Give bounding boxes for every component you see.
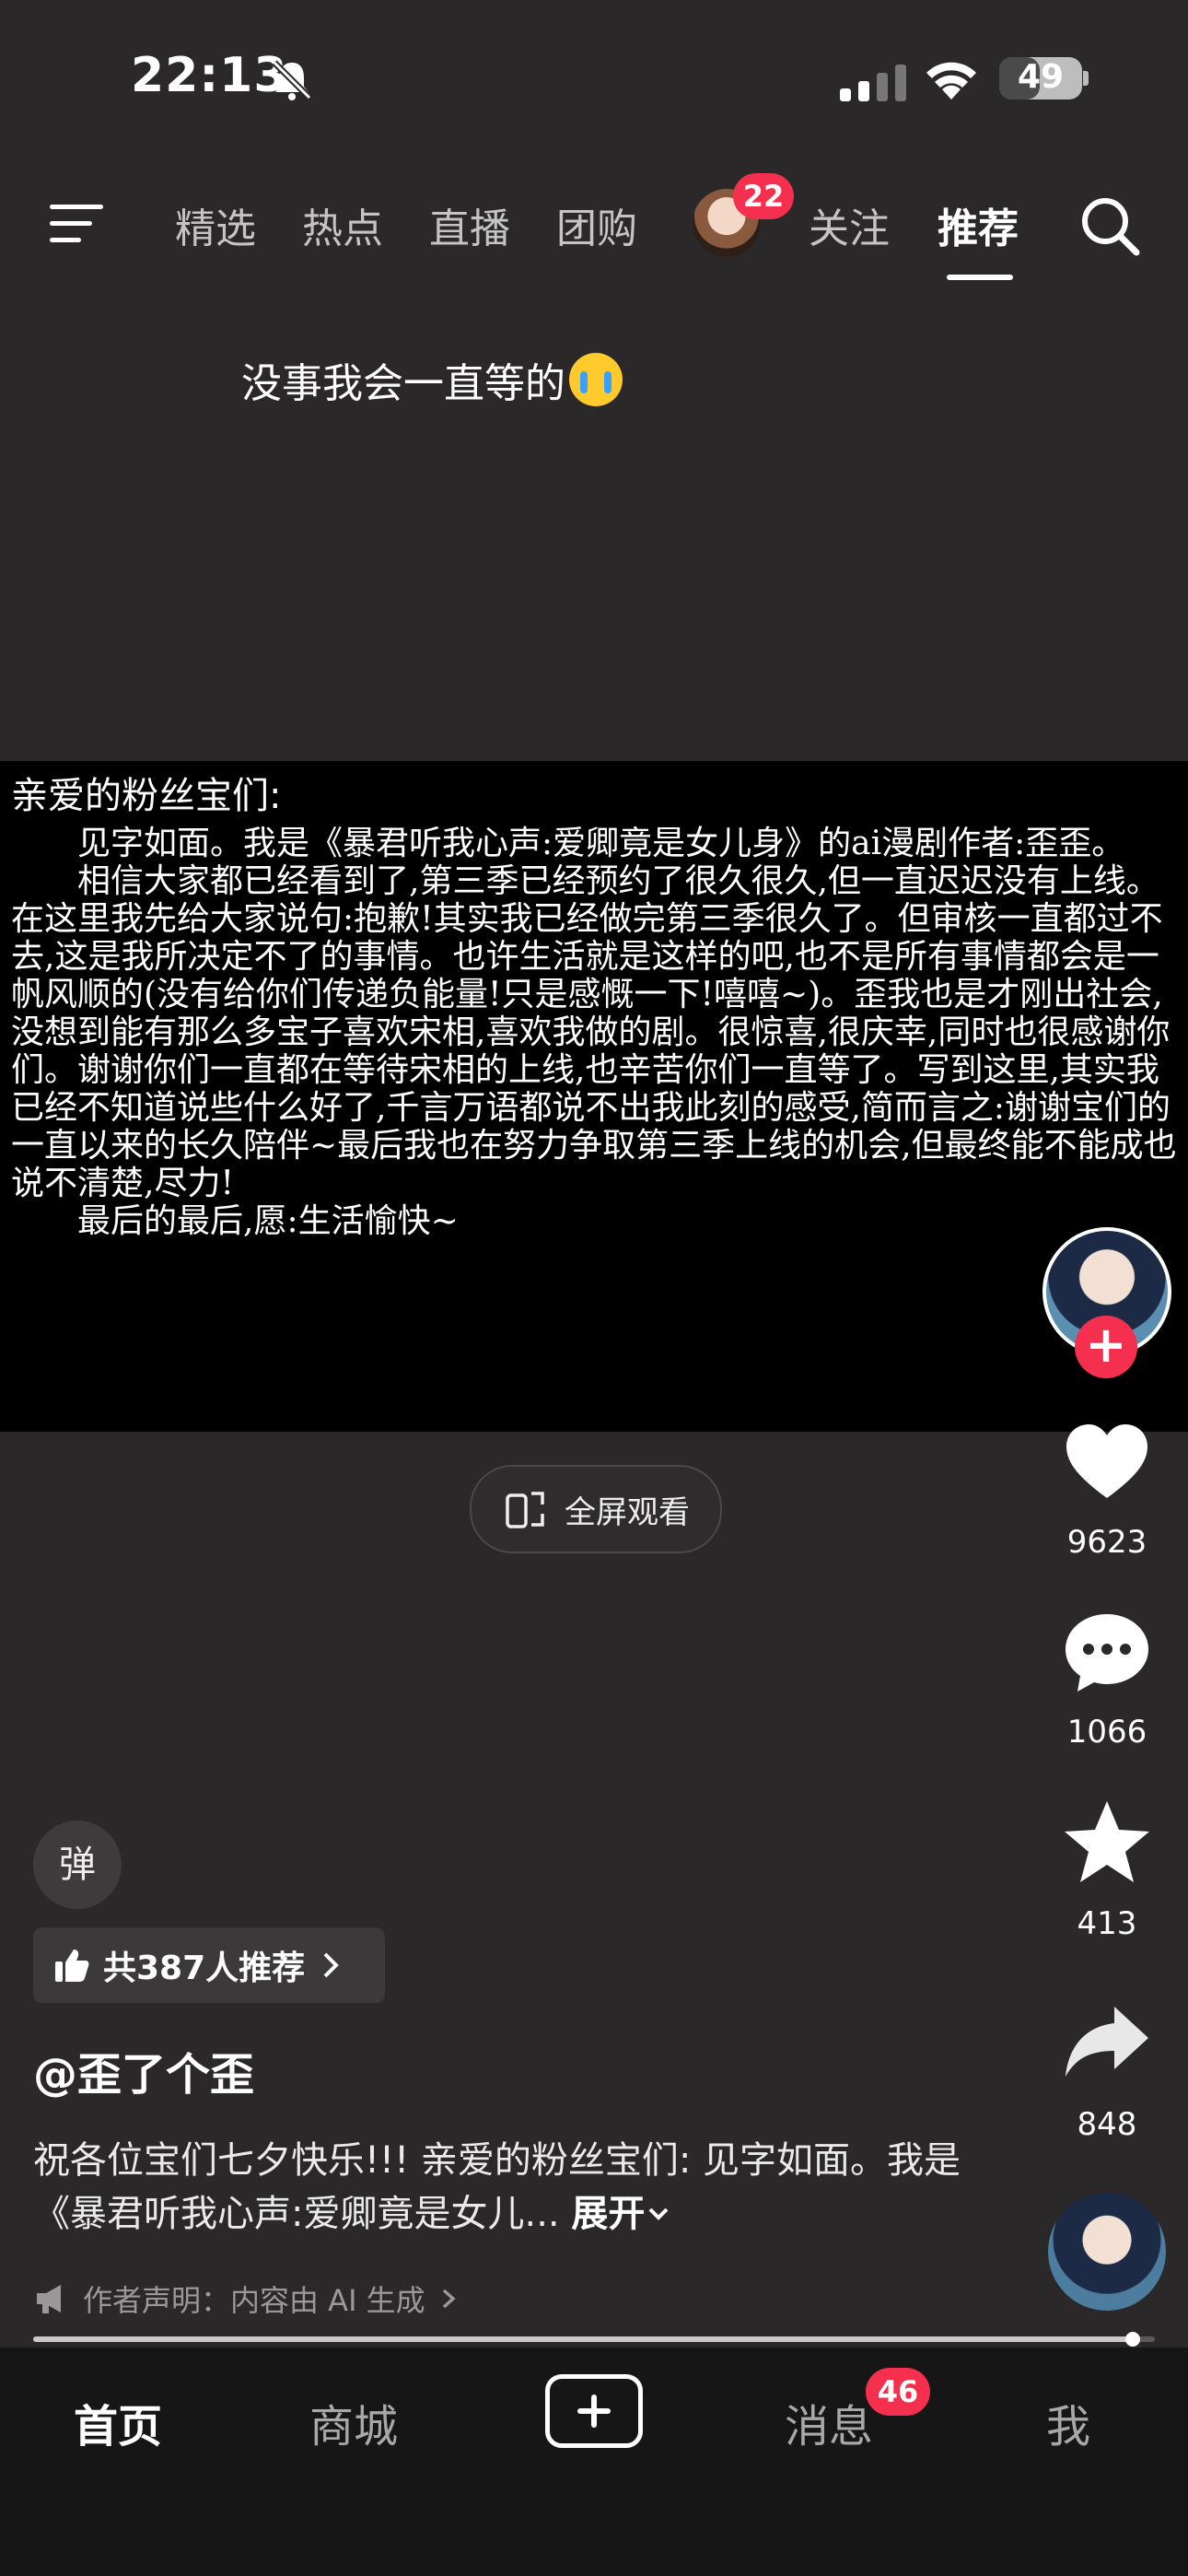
letter-greeting: 亲爱的粉丝宝们:: [11, 775, 282, 817]
bell-off-icon: [272, 60, 312, 100]
battery-level-text: 49: [1017, 58, 1065, 96]
description-text: 祝各位宝们七夕快乐!!! 亲爱的粉丝宝们: 见字如面。我是《暴君听我心声:爱卿竟…: [33, 2139, 961, 2235]
crying-emoji-icon: [569, 353, 623, 406]
thumbs-up-icon: [55, 1950, 89, 1982]
nav-messages[interactable]: 消息: [785, 2390, 873, 2454]
declaration-text: 作者声明：内容由 AI 生成: [83, 2283, 425, 2318]
favorite-count: 413: [1077, 1905, 1137, 1942]
tab-following[interactable]: 关注: [809, 195, 890, 254]
expand-link[interactable]: 展开: [571, 2193, 672, 2235]
letter-paragraph-1: 见字如面。我是《暴君听我心声:爱卿竟是女儿身》的ai漫剧作者:歪歪。: [11, 825, 1125, 862]
tab-featured[interactable]: 精选: [175, 195, 256, 254]
chevron-right-icon: [323, 1952, 339, 1978]
author-name[interactable]: @歪了个歪: [33, 2038, 254, 2102]
music-disc[interactable]: [1048, 2193, 1166, 2311]
video-caption-top: 没事我会一直等的: [241, 350, 623, 409]
share-count: 848: [1077, 2106, 1137, 2143]
plus-icon: +: [1085, 1316, 1127, 1374]
status-time: 22:13: [131, 48, 288, 103]
recommend-pill[interactable]: 共387人推荐: [33, 1927, 385, 2003]
recommend-label: 共387人推荐: [103, 1950, 306, 1987]
tab-hot[interactable]: 热点: [302, 195, 383, 254]
nav-mall[interactable]: 商城: [309, 2390, 398, 2454]
nav-home[interactable]: 首页: [74, 2390, 162, 2454]
video-description[interactable]: 祝各位宝们七夕快乐!!! 亲爱的粉丝宝们: 见字如面。我是《暴君听我心声:爱卿竟…: [33, 2134, 982, 2241]
battery-nub: [1083, 71, 1089, 86]
follow-plus-button[interactable]: +: [1075, 1316, 1137, 1378]
follow-badge: 22: [733, 173, 794, 219]
messages-badge: 46: [866, 2368, 930, 2416]
wifi-icon: [926, 62, 976, 100]
comment-count: 1066: [1066, 1714, 1147, 1751]
progress-handle[interactable]: [1124, 2332, 1140, 2347]
share-icon[interactable]: [1061, 1997, 1153, 2090]
tab-group-buy[interactable]: 团购: [556, 195, 637, 254]
fullscreen-rotate-icon: [506, 1492, 544, 1528]
search-icon[interactable]: [1077, 193, 1144, 260]
star-icon[interactable]: [1061, 1797, 1153, 1889]
letter-paragraph-2: 相信大家都已经看到了,第三季已经预约了很久很久,但一直迟迟没有上线。在这里我先给…: [11, 862, 1177, 1202]
battery-icon: 49: [999, 57, 1082, 100]
chevron-down-icon: [648, 2207, 669, 2220]
caption-text: 没事我会一直等的: [241, 360, 565, 407]
fullscreen-button[interactable]: 全屏观看: [470, 1465, 722, 1553]
letter-paragraph-3: 最后的最后,愿:生活愉快~: [11, 1202, 459, 1240]
comment-icon[interactable]: [1061, 1607, 1153, 1699]
nav-me[interactable]: 我: [1046, 2390, 1090, 2454]
tab-recommend[interactable]: 推荐: [938, 195, 1019, 254]
heart-icon[interactable]: [1061, 1417, 1153, 1509]
tab-live[interactable]: 直播: [429, 195, 510, 254]
create-button[interactable]: [545, 2374, 643, 2448]
megaphone-icon: [37, 2285, 61, 2313]
letter-panel: 亲爱的粉丝宝们: 见字如面。我是《暴君听我心声:爱卿竟是女儿身》的ai漫剧作者:…: [0, 761, 1188, 1432]
danmu-toggle-button[interactable]: 弹: [33, 1821, 122, 1909]
active-tab-underline: [947, 275, 1013, 280]
chevron-right-icon: [442, 2289, 456, 2309]
expand-label: 展开: [571, 2193, 646, 2235]
menu-icon[interactable]: [46, 201, 107, 247]
signal-icon: [840, 64, 906, 101]
create-plus-icon: [577, 2395, 611, 2428]
progress-fill: [33, 2336, 1133, 2342]
like-count: 9623: [1066, 1524, 1147, 1561]
ai-declaration[interactable]: 作者声明：内容由 AI 生成: [33, 2277, 459, 2320]
fullscreen-label: 全屏观看: [565, 1493, 690, 1531]
letter-text: 亲爱的粉丝宝们: 见字如面。我是《暴君听我心声:爱卿竟是女儿身》的ai漫剧作者:…: [11, 775, 1181, 1241]
video-progress-bar[interactable]: [33, 2332, 1155, 2347]
